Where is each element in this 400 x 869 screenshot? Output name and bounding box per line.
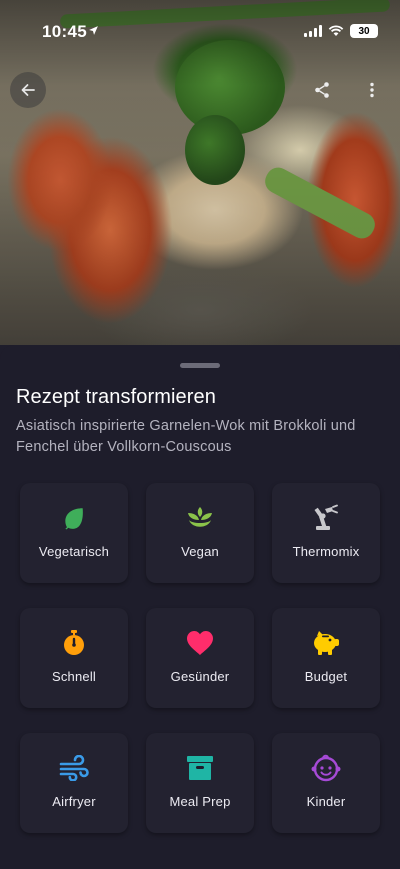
wind-icon bbox=[59, 753, 89, 783]
cellular-signal-icon bbox=[304, 25, 322, 37]
option-budget-button[interactable]: Budget bbox=[272, 608, 380, 708]
option-label: Airfryer bbox=[52, 794, 96, 809]
battery-indicator: 30 bbox=[350, 24, 378, 38]
location-arrow-icon bbox=[88, 25, 99, 39]
share-button[interactable] bbox=[304, 72, 340, 108]
archive-box-icon bbox=[185, 753, 215, 783]
sprout-icon bbox=[185, 503, 215, 533]
option-label: Thermomix bbox=[292, 544, 360, 559]
sheet-drag-handle[interactable] bbox=[180, 363, 220, 368]
option-airfryer-button[interactable]: Airfryer bbox=[20, 733, 128, 833]
sheet-title: Rezept transformieren bbox=[16, 386, 216, 408]
back-button[interactable] bbox=[10, 72, 46, 108]
transform-recipe-sheet: Rezept transformieren Asiatisch inspirie… bbox=[0, 345, 400, 869]
heart-icon bbox=[185, 628, 215, 658]
arrow-left-icon bbox=[21, 84, 35, 96]
leaf-icon bbox=[59, 503, 89, 533]
option-label: Kinder bbox=[306, 794, 346, 809]
option-gesuender-button[interactable]: Gesünder bbox=[146, 608, 254, 708]
piggy-bank-icon bbox=[311, 628, 341, 658]
status-time: 10:45 bbox=[42, 22, 87, 41]
wifi-icon bbox=[328, 25, 344, 36]
more-vertical-icon bbox=[370, 82, 374, 98]
option-label: Vegetarisch bbox=[38, 544, 110, 559]
option-vegan-button[interactable]: Vegan bbox=[146, 483, 254, 583]
option-label: Meal Prep bbox=[169, 794, 231, 809]
option-thermomix-button[interactable]: Thermomix bbox=[272, 483, 380, 583]
option-kinder-button[interactable]: Kinder bbox=[272, 733, 380, 833]
baby-face-icon bbox=[311, 753, 341, 783]
robot-arm-icon bbox=[311, 503, 341, 533]
option-label: Schnell bbox=[51, 669, 97, 684]
share-icon bbox=[315, 82, 329, 98]
option-vegetarisch-button[interactable]: Vegetarisch bbox=[20, 483, 128, 583]
more-options-button[interactable] bbox=[354, 72, 390, 108]
recipe-hero-image bbox=[0, 0, 400, 345]
option-label: Budget bbox=[304, 669, 348, 684]
option-meal-prep-button[interactable]: Meal Prep bbox=[146, 733, 254, 833]
option-schnell-button[interactable]: Schnell bbox=[20, 608, 128, 708]
option-label: Vegan bbox=[181, 544, 219, 559]
recipe-name: Asiatisch inspirierte Garnelen-Wok mit B… bbox=[16, 418, 356, 455]
status-bar: 10:45 30 bbox=[0, 22, 400, 46]
option-label: Gesünder bbox=[170, 669, 230, 684]
stopwatch-icon bbox=[59, 628, 89, 658]
